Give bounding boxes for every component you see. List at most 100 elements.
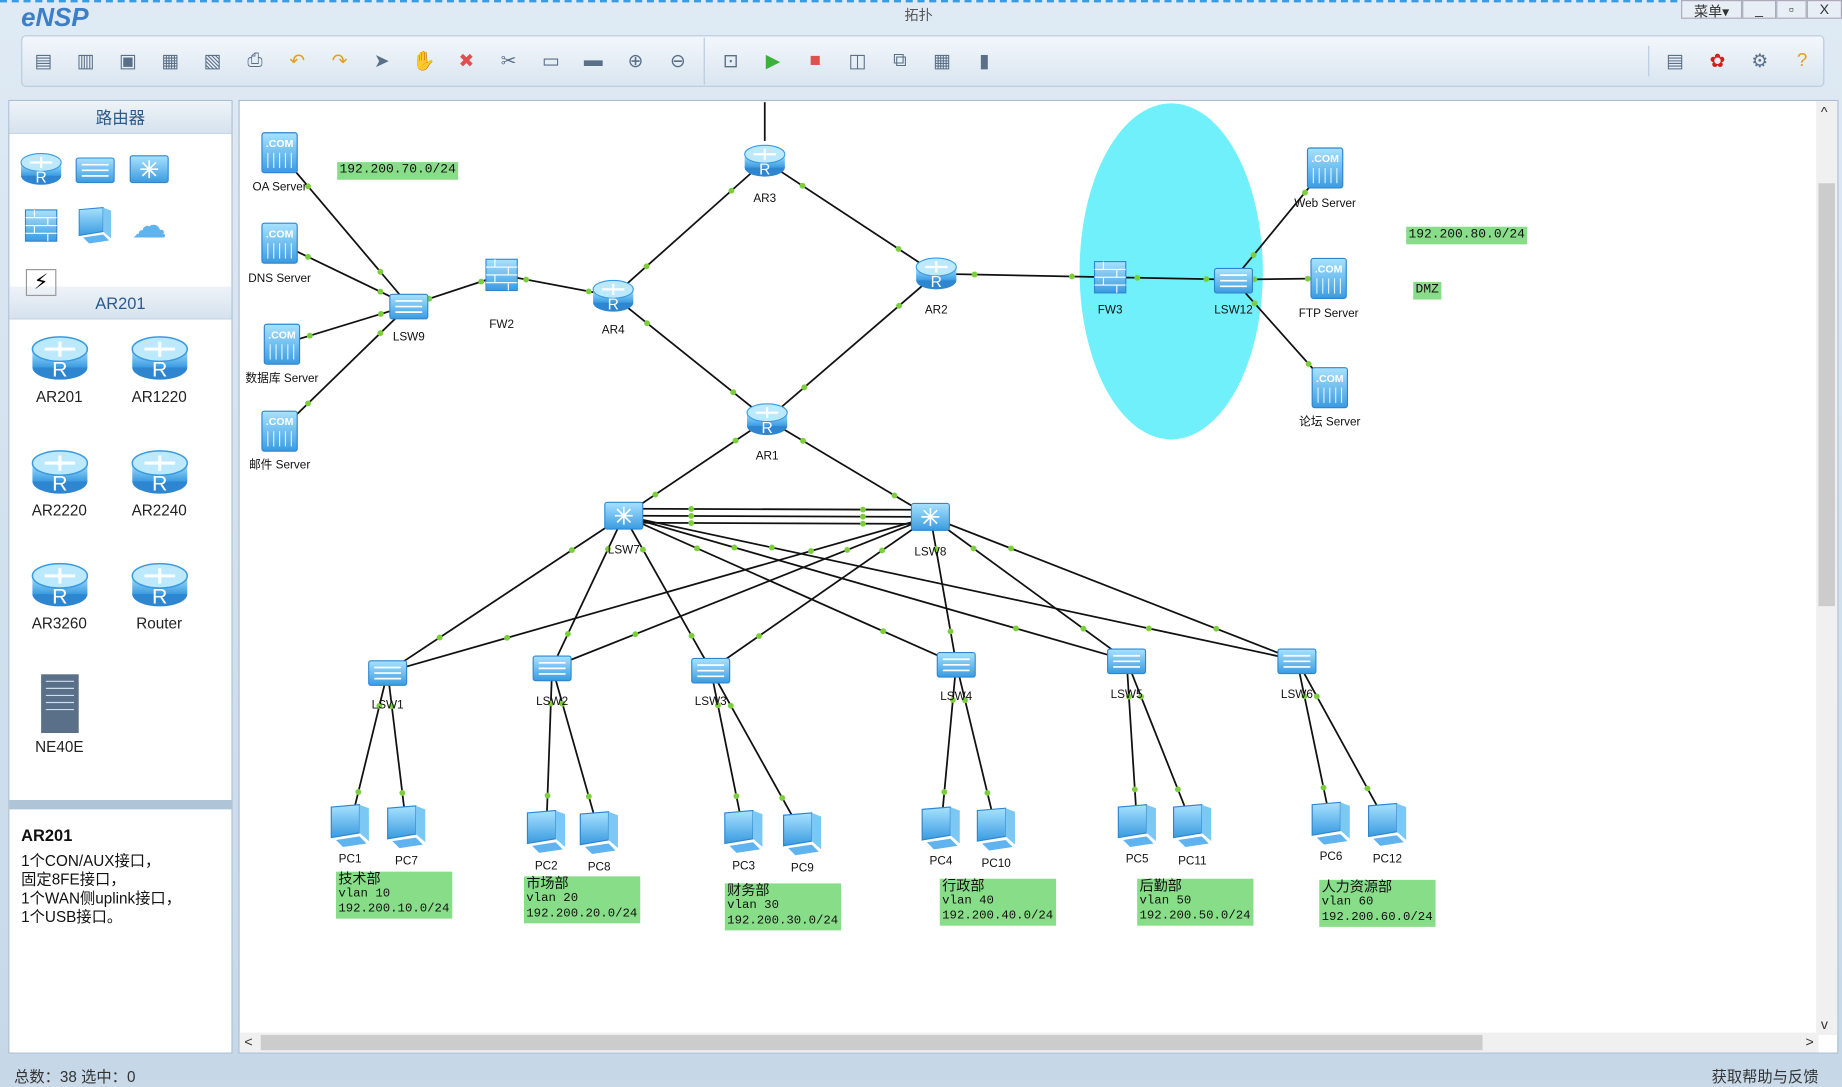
router-icon bbox=[743, 143, 787, 180]
link[interactable] bbox=[955, 663, 998, 830]
link[interactable] bbox=[929, 516, 958, 664]
link[interactable] bbox=[551, 516, 931, 669]
port-indicator bbox=[377, 288, 384, 295]
node-ar2[interactable]: AR2 bbox=[914, 256, 958, 317]
link[interactable] bbox=[551, 667, 600, 834]
link[interactable] bbox=[623, 514, 1127, 662]
node-web-server[interactable]: Web Server bbox=[1294, 147, 1356, 210]
node-pc12[interactable]: PC12 bbox=[1367, 802, 1407, 866]
node-ftp-server[interactable]: FTP Server bbox=[1299, 257, 1359, 320]
subnet-label-80: 192.200.80.0/24 bbox=[1406, 226, 1528, 245]
node-fw3[interactable]: FW3 bbox=[1093, 260, 1127, 317]
port-indicator bbox=[1174, 786, 1181, 793]
node-ar3[interactable]: AR3 bbox=[743, 143, 787, 205]
port-indicator bbox=[880, 628, 887, 635]
node-pc4[interactable]: PC4 bbox=[921, 806, 961, 868]
node-label: LSW1 bbox=[372, 698, 404, 711]
port-indicator bbox=[1145, 625, 1152, 632]
node-lsw9[interactable]: LSW9 bbox=[388, 293, 429, 344]
link[interactable] bbox=[766, 418, 931, 518]
server-icon bbox=[1310, 257, 1347, 299]
link[interactable] bbox=[387, 516, 931, 673]
node-lsw1[interactable]: LSW1 bbox=[367, 659, 408, 712]
department-label: 技术部 vlan 10 192.200.10.0/24 bbox=[335, 870, 453, 919]
department-subnet: 192.200.50.0/24 bbox=[1139, 909, 1251, 924]
link[interactable] bbox=[930, 516, 1298, 662]
link[interactable] bbox=[545, 667, 554, 832]
node-论坛-server[interactable]: 论坛 Server bbox=[1299, 367, 1361, 429]
port-indicator bbox=[436, 634, 443, 641]
node-pc3[interactable]: PC3 bbox=[724, 809, 763, 873]
node-pc9[interactable]: PC9 bbox=[782, 812, 822, 875]
link[interactable] bbox=[349, 671, 389, 827]
link[interactable] bbox=[623, 514, 1298, 662]
node-邮件-server[interactable]: 邮件 Server bbox=[249, 410, 310, 472]
link[interactable] bbox=[623, 514, 931, 518]
node-pc8[interactable]: PC8 bbox=[579, 811, 619, 874]
node-label: LSW9 bbox=[393, 331, 425, 344]
port-indicator bbox=[941, 789, 948, 795]
switch-icon bbox=[936, 651, 977, 679]
switch-icon bbox=[532, 655, 573, 682]
server-icon bbox=[261, 222, 298, 264]
link[interactable] bbox=[764, 160, 937, 275]
node-label: PC12 bbox=[1373, 852, 1402, 865]
node-pc2[interactable]: PC2 bbox=[526, 809, 566, 873]
node-pc1[interactable]: PC1 bbox=[330, 804, 370, 866]
node-ar1[interactable]: AR1 bbox=[745, 402, 789, 463]
pc-icon bbox=[1172, 804, 1212, 848]
node-lsw3[interactable]: LSW3 bbox=[690, 657, 731, 708]
node-lsw6[interactable]: LSW6 bbox=[1276, 647, 1317, 701]
port-indicator bbox=[800, 437, 806, 444]
port-indicator bbox=[879, 547, 886, 554]
port-indicator bbox=[799, 182, 806, 189]
help-feedback-link[interactable]: 获取帮助与反馈 bbox=[1712, 1064, 1819, 1086]
node-ar4[interactable]: AR4 bbox=[591, 279, 635, 337]
node-fw2[interactable]: FW2 bbox=[485, 258, 518, 331]
node-pc10[interactable]: PC10 bbox=[976, 807, 1016, 870]
port-indicator bbox=[688, 520, 695, 526]
port-indicator bbox=[1304, 275, 1311, 282]
link[interactable] bbox=[1296, 660, 1332, 824]
node-label: DNS Server bbox=[248, 272, 311, 285]
link[interactable] bbox=[623, 521, 931, 525]
node-label: LSW8 bbox=[914, 546, 946, 559]
switch-icon bbox=[1106, 647, 1147, 675]
port-indicator bbox=[585, 793, 592, 800]
port-indicator bbox=[860, 520, 866, 527]
link[interactable] bbox=[612, 295, 768, 421]
link[interactable] bbox=[386, 671, 408, 828]
pc-icon bbox=[921, 806, 961, 850]
node-oa-server[interactable]: OA Server bbox=[253, 132, 307, 194]
link[interactable] bbox=[766, 273, 937, 421]
node-label: PC1 bbox=[339, 852, 362, 865]
link[interactable] bbox=[1296, 659, 1389, 826]
department-name: 技术部 bbox=[338, 870, 381, 887]
link[interactable] bbox=[387, 514, 625, 673]
link[interactable] bbox=[623, 507, 931, 511]
port-indicator bbox=[1203, 276, 1210, 283]
router-icon bbox=[591, 279, 635, 315]
server-icon bbox=[1311, 367, 1349, 409]
node-lsw4[interactable]: LSW4 bbox=[936, 651, 977, 704]
port-indicator bbox=[1080, 625, 1087, 632]
port-indicator bbox=[544, 792, 551, 799]
node-lsw8[interactable]: LSW8 bbox=[910, 502, 951, 559]
node-lsw7[interactable]: LSW7 bbox=[603, 501, 644, 556]
link[interactable] bbox=[710, 516, 931, 671]
node-pc7[interactable]: PC7 bbox=[387, 805, 426, 868]
node-pc5[interactable]: PC5 bbox=[1117, 804, 1157, 866]
node-lsw12[interactable]: LSW12 bbox=[1213, 267, 1254, 317]
link[interactable] bbox=[623, 418, 768, 517]
port-indicator bbox=[730, 389, 737, 396]
core-switch-icon bbox=[603, 501, 644, 531]
department-vlan: vlan 10 bbox=[338, 886, 391, 902]
node-pc11[interactable]: PC11 bbox=[1172, 804, 1212, 868]
port-indicator bbox=[688, 513, 695, 519]
link[interactable] bbox=[612, 160, 766, 297]
node-pc6[interactable]: PC6 bbox=[1311, 801, 1351, 863]
node-数据库-server[interactable]: 数据库 Server bbox=[245, 323, 319, 385]
link[interactable] bbox=[940, 663, 958, 829]
node-label: PC11 bbox=[1178, 855, 1206, 868]
node-lsw5[interactable]: LSW5 bbox=[1106, 647, 1147, 701]
